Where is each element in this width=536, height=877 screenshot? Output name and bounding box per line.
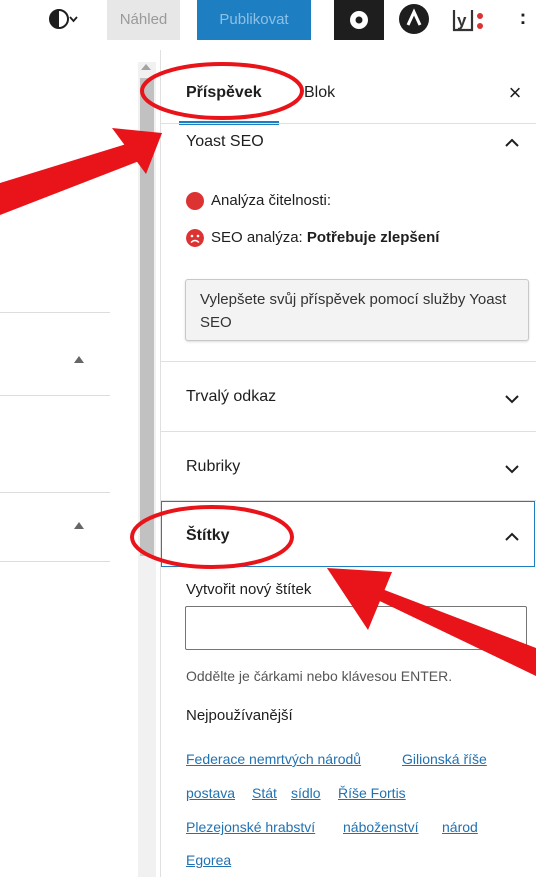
more-options-button[interactable]: : [516,4,530,34]
tag-link[interactable]: Egorea [186,852,231,868]
seo-label: SEO analýza: [211,229,303,246]
tags-panel-title[interactable]: Štítky [186,527,230,545]
divider [161,361,536,362]
tab-post[interactable]: Příspěvek [186,65,262,121]
close-sidebar-button[interactable]: × [501,65,529,121]
tag-link[interactable]: náboženství [343,819,419,835]
divider [0,561,110,562]
plugin-logo-icon[interactable] [397,2,431,36]
seo-analysis: SEO analýza: Potřebuje zlepšení [211,229,439,246]
tag-link[interactable]: Stát [252,785,277,801]
new-tag-input[interactable] [185,606,527,650]
scrollbar[interactable] [138,62,156,877]
yoast-icon[interactable]: y [450,2,490,38]
divider [0,395,110,396]
scroll-thumb[interactable] [140,78,154,556]
tag-link[interactable]: Federace nemrtvých národů [186,751,361,767]
chevron-down-icon[interactable] [503,393,521,405]
settings-sidebar: Příspěvek Blok × Yoast SEO Analýza čitel… [160,50,536,877]
tag-link[interactable]: sídlo [291,785,321,801]
categories-panel-title[interactable]: Rubriky [186,458,240,476]
gear-icon [350,11,368,29]
editor-canvas-edge [0,50,145,877]
chevron-up-icon[interactable] [503,137,521,149]
new-tag-label: Vytvořit nový štítek [186,581,312,598]
permalink-panel-title[interactable]: Trvalý odkaz [186,388,276,406]
tag-link[interactable]: Říše Fortis [338,785,406,801]
scroll-up-icon[interactable] [141,64,151,70]
tags-hint: Oddělte je čárkami nebo klávesou ENTER. [186,668,453,684]
divider [0,312,110,313]
divider [161,123,536,124]
most-used-title: Nejpoužívanější [186,707,293,724]
sidebar-tabs: Příspěvek Blok × [161,65,536,125]
tab-block[interactable]: Blok [304,65,335,121]
yoast-improve-label: Vylepšete svůj příspěvek pomocí služby Y… [200,291,507,331]
tag-link[interactable]: národ [442,819,478,835]
settings-button[interactable] [334,0,384,40]
yoast-panel-title[interactable]: Yoast SEO [186,133,264,151]
editor-header: Náhled Publikovat y : [0,0,536,50]
divider [161,431,536,432]
tag-link[interactable]: Gilionská říše [402,751,487,767]
readability-label: Analýza čitelnosti: [211,192,332,209]
tag-link[interactable]: postava [186,785,235,801]
chevron-up-icon[interactable] [503,531,521,543]
divider [0,492,110,493]
yoast-improve-button[interactable]: Vylepšete svůj příspěvek pomocí služby Y… [185,279,529,341]
preview-button[interactable]: Náhled [107,0,180,40]
seo-status: Potřebuje zlepšení [306,229,440,246]
publish-button[interactable]: Publikovat [197,0,311,40]
chevron-down-icon[interactable] [503,463,521,475]
collapse-arrow-icon[interactable] [74,522,84,529]
collapse-arrow-icon[interactable] [74,356,84,363]
tag-link[interactable]: Plezejonské hrabství [186,819,315,835]
contrast-icon[interactable] [48,8,78,30]
sad-face-icon [186,229,204,247]
readability-status-dot [186,192,204,210]
svg-text:y: y [457,11,467,30]
